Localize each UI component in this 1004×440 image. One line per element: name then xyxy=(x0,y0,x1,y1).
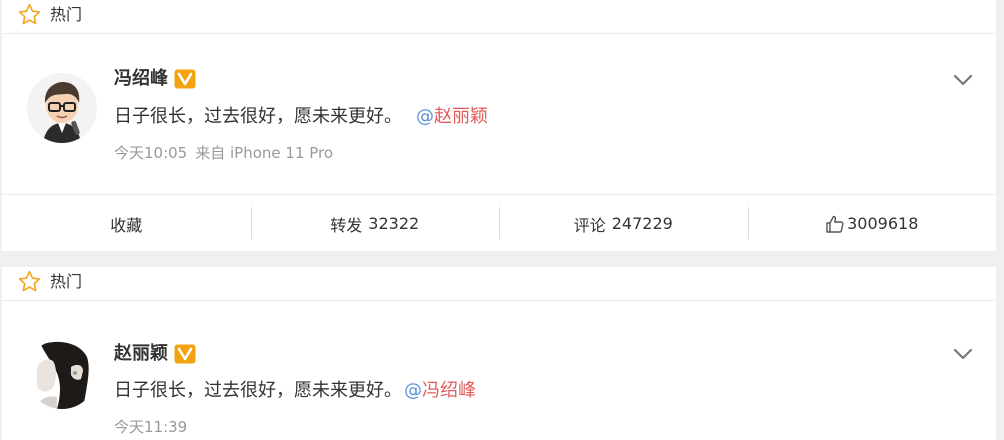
favorite-label: 收藏 xyxy=(110,215,143,235)
repost-count: 32322 xyxy=(368,214,420,233)
post-text: 日子很长，过去很好，愿未来更好。 @冯绍峰 xyxy=(114,378,476,404)
comment-label: 评论 xyxy=(573,215,606,235)
post-time[interactable]: 今天10:05 xyxy=(114,144,187,162)
favorite-button[interactable]: 收藏 xyxy=(2,195,251,252)
star-icon xyxy=(18,270,41,292)
thumbs-up-icon xyxy=(826,215,844,233)
hot-header: 热门 xyxy=(2,267,996,301)
mention-link[interactable]: @冯绍峰 xyxy=(404,380,476,401)
post-body: 日子很长，过去很好，愿未来更好。 xyxy=(114,380,402,401)
avatar[interactable] xyxy=(27,73,97,143)
post-time[interactable]: 今天11:39 xyxy=(114,418,187,436)
verified-v-badge-icon xyxy=(174,69,196,89)
action-bar: 收藏 转发 32322 评论 247229 3009618 xyxy=(2,194,996,252)
post-meta: 今天10:05 来自 iPhone 11 Pro xyxy=(114,143,333,163)
chevron-down-icon[interactable] xyxy=(952,347,974,361)
author-row: 冯绍峰 xyxy=(114,67,196,91)
star-icon xyxy=(18,3,41,25)
comment-count: 247229 xyxy=(611,214,673,233)
post-source: 来自 iPhone 11 Pro xyxy=(195,144,334,162)
hot-label: 热门 xyxy=(50,272,83,291)
mention-name: 冯绍峰 xyxy=(422,380,476,401)
comment-button[interactable]: 评论 247229 xyxy=(499,195,748,252)
weibo-post-card: 热门 冯绍峰 日子很长，过去很好，愿未来更好。 @赵丽颖 今天10:05 来自 … xyxy=(2,0,996,251)
like-button[interactable]: 3009618 xyxy=(747,195,997,252)
author-name[interactable]: 赵丽颖 xyxy=(114,342,168,366)
chevron-down-icon[interactable] xyxy=(952,73,974,87)
author-row: 赵丽颖 xyxy=(114,342,196,366)
verified-v-badge-icon xyxy=(174,344,196,364)
mention-at: @ xyxy=(404,380,422,401)
weibo-post-card: 热门 赵丽颖 日子很长，过去很好，愿未来更好。 @冯绍峰 今天11:39 xyxy=(2,267,996,440)
mention-name: 赵丽颖 xyxy=(434,106,488,127)
mention-link[interactable]: @赵丽颖 xyxy=(416,106,488,127)
author-name[interactable]: 冯绍峰 xyxy=(114,67,168,91)
avatar[interactable] xyxy=(27,339,97,409)
hot-header: 热门 xyxy=(2,0,996,34)
repost-button[interactable]: 转发 32322 xyxy=(250,195,500,252)
post-text: 日子很长，过去很好，愿未来更好。 @赵丽颖 xyxy=(114,104,488,130)
repost-label: 转发 xyxy=(330,215,363,235)
like-count: 3009618 xyxy=(847,214,919,233)
post-meta: 今天11:39 xyxy=(114,417,187,437)
post-body: 日子很长，过去很好，愿未来更好。 xyxy=(114,106,402,127)
hot-label: 热门 xyxy=(50,5,83,24)
mention-at: @ xyxy=(416,106,434,127)
